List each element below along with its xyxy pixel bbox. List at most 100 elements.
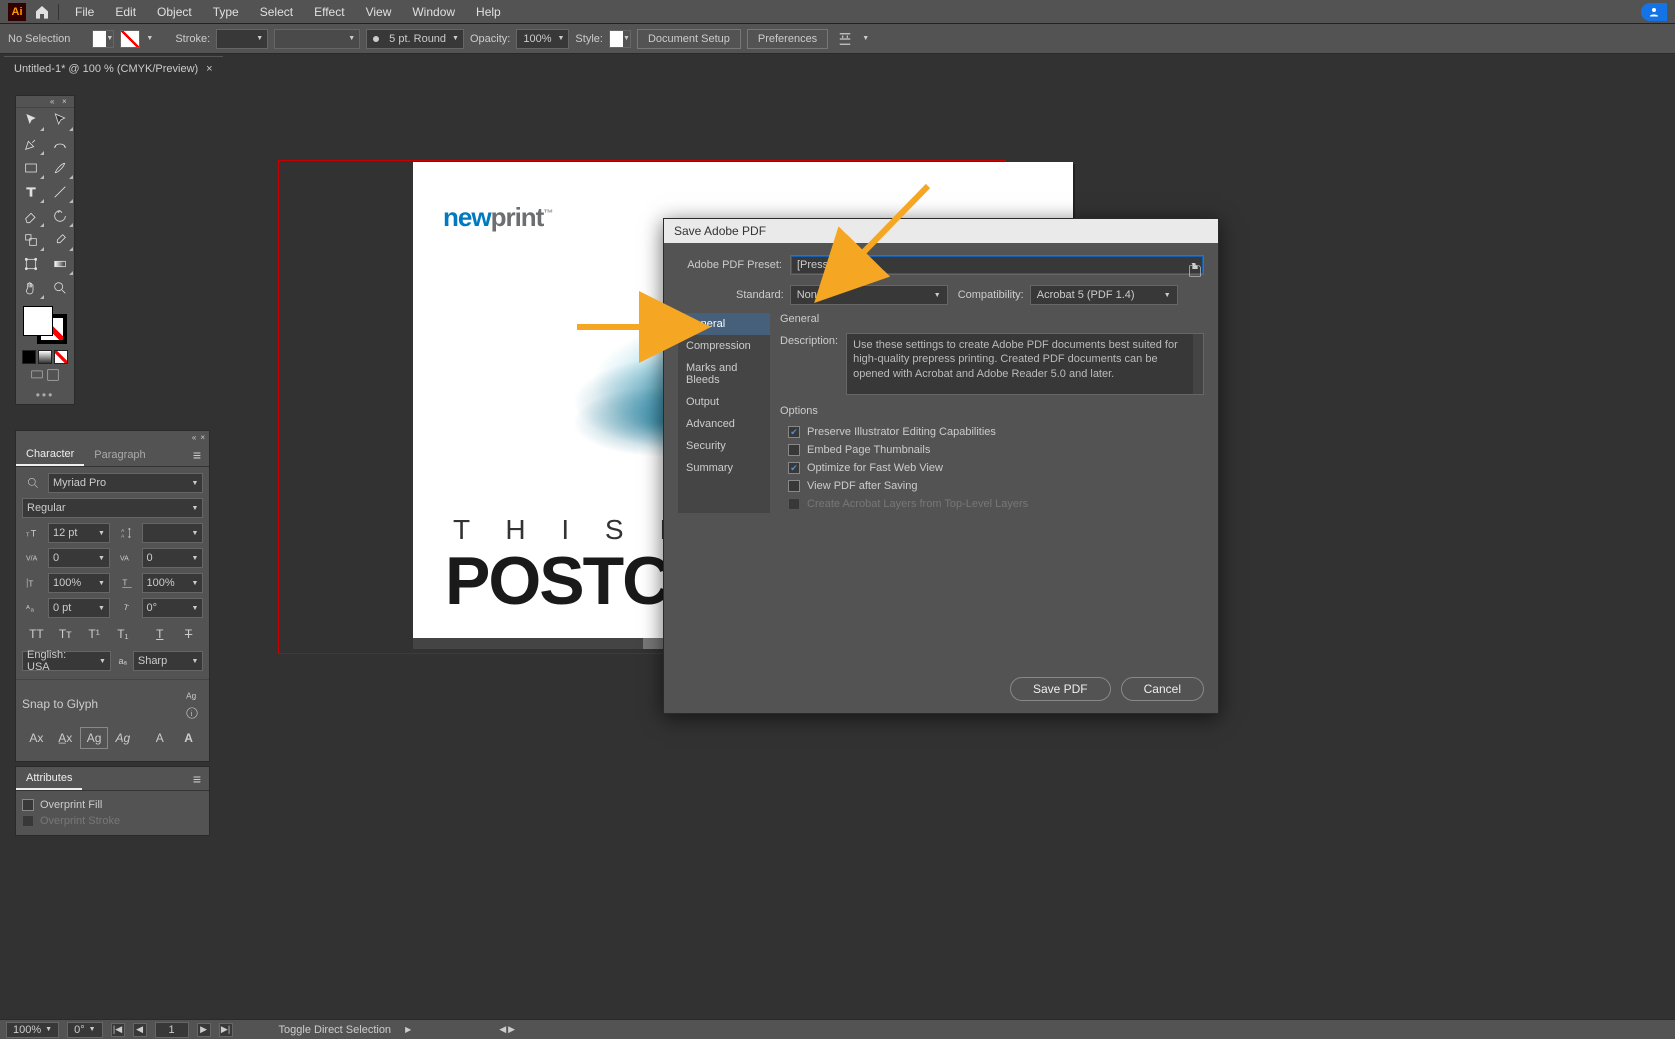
strikethrough-button[interactable]: T (174, 623, 203, 645)
snap-btn-1[interactable]: Ax (22, 727, 51, 749)
opt-preserve-editing[interactable]: Preserve Illustrator Editing Capabilitie… (780, 423, 1204, 441)
menu-edit[interactable]: Edit (106, 1, 145, 23)
opacity-select[interactable]: 100%▼ (516, 29, 569, 49)
snap-btn-2[interactable]: A̲x (51, 727, 80, 749)
standard-select[interactable]: None▼ (790, 285, 948, 305)
style-swatch[interactable]: ▼ (609, 30, 631, 48)
cat-security[interactable]: Security (678, 435, 770, 457)
screen-mode-icon[interactable] (30, 368, 44, 382)
gradient-tool[interactable] (45, 252, 74, 276)
gradient-mode-icon[interactable] (38, 350, 52, 364)
font-style-select[interactable]: Regular▼ (22, 498, 203, 518)
close-icon[interactable]: × (200, 433, 205, 442)
prev-artboard-button[interactable]: ◀ (133, 1023, 147, 1037)
zoom-select[interactable]: 100%▼ (6, 1022, 59, 1038)
rotation-field[interactable]: 0°▼ (142, 598, 204, 618)
menu-type[interactable]: Type (204, 1, 248, 23)
description-textarea[interactable]: Use these settings to create Adobe PDF d… (846, 333, 1204, 395)
snap-btn-5[interactable]: A (145, 727, 174, 749)
last-artboard-button[interactable]: ▶| (219, 1023, 233, 1037)
selection-tool[interactable] (16, 108, 45, 132)
snap-btn-3[interactable]: Ag (80, 727, 109, 749)
kerning-field[interactable]: 0▼ (48, 548, 110, 568)
cat-output[interactable]: Output (678, 391, 770, 413)
type-tool[interactable] (16, 180, 45, 204)
stroke-weight-select[interactable]: ▼ (216, 29, 268, 49)
preferences-button[interactable]: Preferences (747, 29, 828, 49)
compat-select[interactable]: Acrobat 5 (PDF 1.4)▼ (1030, 285, 1178, 305)
hscale-field[interactable]: 100%▼ (142, 573, 204, 593)
menu-view[interactable]: View (357, 1, 401, 23)
tracking-field[interactable]: 0▼ (142, 548, 204, 568)
superscript-button[interactable]: T¹ (80, 623, 109, 645)
font-family-select[interactable]: Myriad Pro▼ (48, 473, 203, 493)
collapse-icon[interactable]: « (192, 433, 196, 442)
scale-tool[interactable] (16, 228, 45, 252)
free-transform-tool[interactable] (16, 252, 45, 276)
allcaps-button[interactable]: TT (22, 623, 51, 645)
eraser-tool[interactable] (16, 204, 45, 228)
tab-character[interactable]: Character (16, 443, 84, 466)
smallcaps-button[interactable]: Tᴛ (51, 623, 80, 645)
snap-btn-6[interactable]: A (174, 727, 203, 749)
brush-select[interactable]: 5 pt. Round▼ (366, 29, 464, 49)
tab-attributes[interactable]: Attributes (16, 767, 82, 790)
dialog-titlebar[interactable]: Save Adobe PDF (664, 219, 1218, 243)
toolbox-grip[interactable]: «× (16, 96, 74, 108)
hand-tool[interactable] (16, 276, 45, 300)
curvature-tool[interactable] (45, 132, 74, 156)
font-size-field[interactable]: 12 pt▼ (48, 523, 110, 543)
preset-select[interactable]: [Press Quality]▼ (790, 255, 1204, 275)
snap-glyph-icon[interactable]: Ag (181, 686, 203, 704)
opt-fast-web-view[interactable]: Optimize for Fast Web View (780, 459, 1204, 477)
fill-swatch[interactable]: ▼ (92, 30, 114, 48)
rectangle-tool[interactable] (16, 156, 45, 180)
next-artboard-button[interactable]: ▶ (197, 1023, 211, 1037)
edit-toolbar-icon[interactable]: ••• (16, 386, 74, 404)
rotate-select[interactable]: 0°▼ (67, 1022, 102, 1038)
panel-menu-icon[interactable]: ≡ (185, 443, 209, 466)
menu-select[interactable]: Select (251, 1, 302, 23)
baseline-field[interactable]: 0 pt▼ (48, 598, 110, 618)
close-tab-icon[interactable]: × (206, 63, 212, 75)
language-select[interactable]: English: USA▼ (22, 651, 111, 671)
document-tab[interactable]: Untitled-1* @ 100 % (CMYK/Preview) × (4, 56, 223, 80)
direct-selection-tool[interactable] (45, 108, 74, 132)
paintbrush-tool[interactable] (45, 156, 74, 180)
playbar-next-icon[interactable]: ▶ (508, 1024, 515, 1035)
artboard-number-field[interactable]: 1 (155, 1022, 189, 1038)
save-pdf-button[interactable]: Save PDF (1010, 677, 1111, 701)
tab-paragraph[interactable]: Paragraph (84, 443, 155, 466)
opt-embed-thumbnails[interactable]: Embed Page Thumbnails (780, 441, 1204, 459)
underline-button[interactable]: T (145, 623, 174, 645)
cat-general[interactable]: General (678, 313, 770, 335)
zoom-tool[interactable] (45, 276, 74, 300)
cat-advanced[interactable]: Advanced (678, 413, 770, 435)
var-width-select[interactable]: ▼ (274, 29, 360, 49)
vscale-field[interactable]: 100%▼ (48, 573, 110, 593)
draw-mode-icon[interactable] (46, 368, 60, 382)
pen-tool[interactable] (16, 132, 45, 156)
overprint-fill-checkbox[interactable]: Overprint Fill (22, 797, 203, 813)
first-artboard-button[interactable]: |◀ (111, 1023, 125, 1037)
document-setup-button[interactable]: Document Setup (637, 29, 741, 49)
line-tool[interactable] (45, 180, 74, 204)
stroke-swatch[interactable] (120, 30, 140, 48)
none-mode-icon[interactable] (54, 350, 68, 364)
eyedropper-tool[interactable] (45, 228, 74, 252)
playbar-prev-icon[interactable]: ◀ (499, 1024, 506, 1035)
cancel-button[interactable]: Cancel (1121, 677, 1204, 701)
opt-view-after-save[interactable]: View PDF after Saving (780, 477, 1204, 495)
cat-summary[interactable]: Summary (678, 457, 770, 479)
search-font-icon[interactable] (22, 474, 44, 492)
fill-stroke-swatch[interactable] (23, 306, 67, 344)
textarea-scrollbar[interactable] (1193, 334, 1203, 394)
menu-window[interactable]: Window (403, 1, 464, 23)
antialias-select[interactable]: Sharp▼ (133, 651, 203, 671)
menu-file[interactable]: File (66, 1, 103, 23)
menu-effect[interactable]: Effect (305, 1, 353, 23)
snap-info-icon[interactable]: i (181, 704, 203, 722)
save-preset-icon[interactable] (1186, 263, 1204, 279)
panel-menu-icon[interactable]: ≡ (185, 767, 209, 790)
account-icon[interactable] (1641, 3, 1667, 21)
